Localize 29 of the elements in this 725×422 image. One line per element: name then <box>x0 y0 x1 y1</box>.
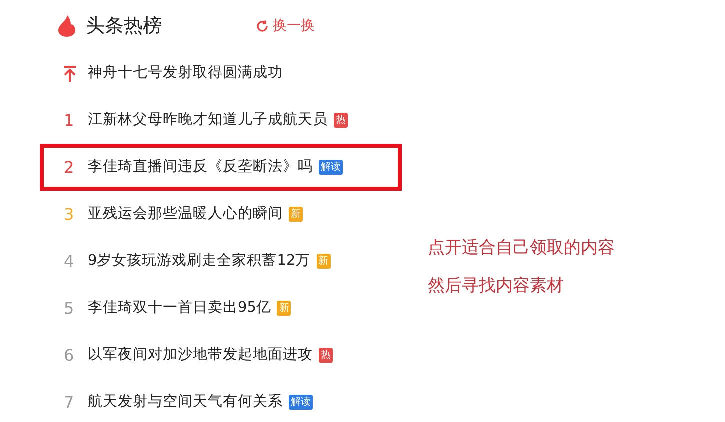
flame-icon <box>58 15 76 37</box>
headline-link[interactable]: 李佳琦双十一首日卖出95亿 <box>88 298 272 320</box>
headline-link[interactable]: 亚残运会那些温暖人心的瞬间 <box>88 204 283 226</box>
list-title: 头条热榜 <box>86 14 163 39</box>
headline-link[interactable]: 李佳琦直播间违反《反垄断法》吗 <box>88 156 313 178</box>
rank-number: 4 <box>64 252 74 270</box>
rank-number: 2 <box>64 158 74 176</box>
tag-badge: 解读 <box>319 160 343 175</box>
tag-badge: 热 <box>334 113 348 128</box>
rank-number: 5 <box>64 298 74 318</box>
tag-badge: 新 <box>277 301 292 316</box>
annotation-text: 点开适合自己领取的内容 <box>428 238 615 258</box>
rank-number: 1 <box>64 110 74 130</box>
rank-number: 6 <box>64 346 74 364</box>
headline-link[interactable]: 航天发射与空间天气有何关系 <box>88 392 283 414</box>
tag-badge: 新 <box>316 254 331 269</box>
headline-link[interactable]: 神舟十七号发射取得圆满成功 <box>88 62 283 84</box>
annotation-text: 然后寻找内容素材 <box>428 276 564 296</box>
rank-number: 7 <box>64 392 74 412</box>
tag-badge: 新 <box>289 207 303 222</box>
pin-top-icon <box>64 66 76 82</box>
tag-badge: 热 <box>319 348 333 363</box>
tag-badge: 解读 <box>289 395 313 410</box>
refresh-button[interactable]: 换一换 <box>256 16 315 36</box>
headline-link[interactable]: 9岁女孩玩游戏刷走全家积蓄12万 <box>88 250 311 272</box>
rank-number: 3 <box>64 204 74 224</box>
headline-link[interactable]: 江新林父母昨晚才知道儿子成航天员 <box>88 110 328 132</box>
headline-link[interactable]: 以军夜间对加沙地带发起地面进攻 <box>88 344 313 366</box>
refresh-icon <box>256 20 269 32</box>
